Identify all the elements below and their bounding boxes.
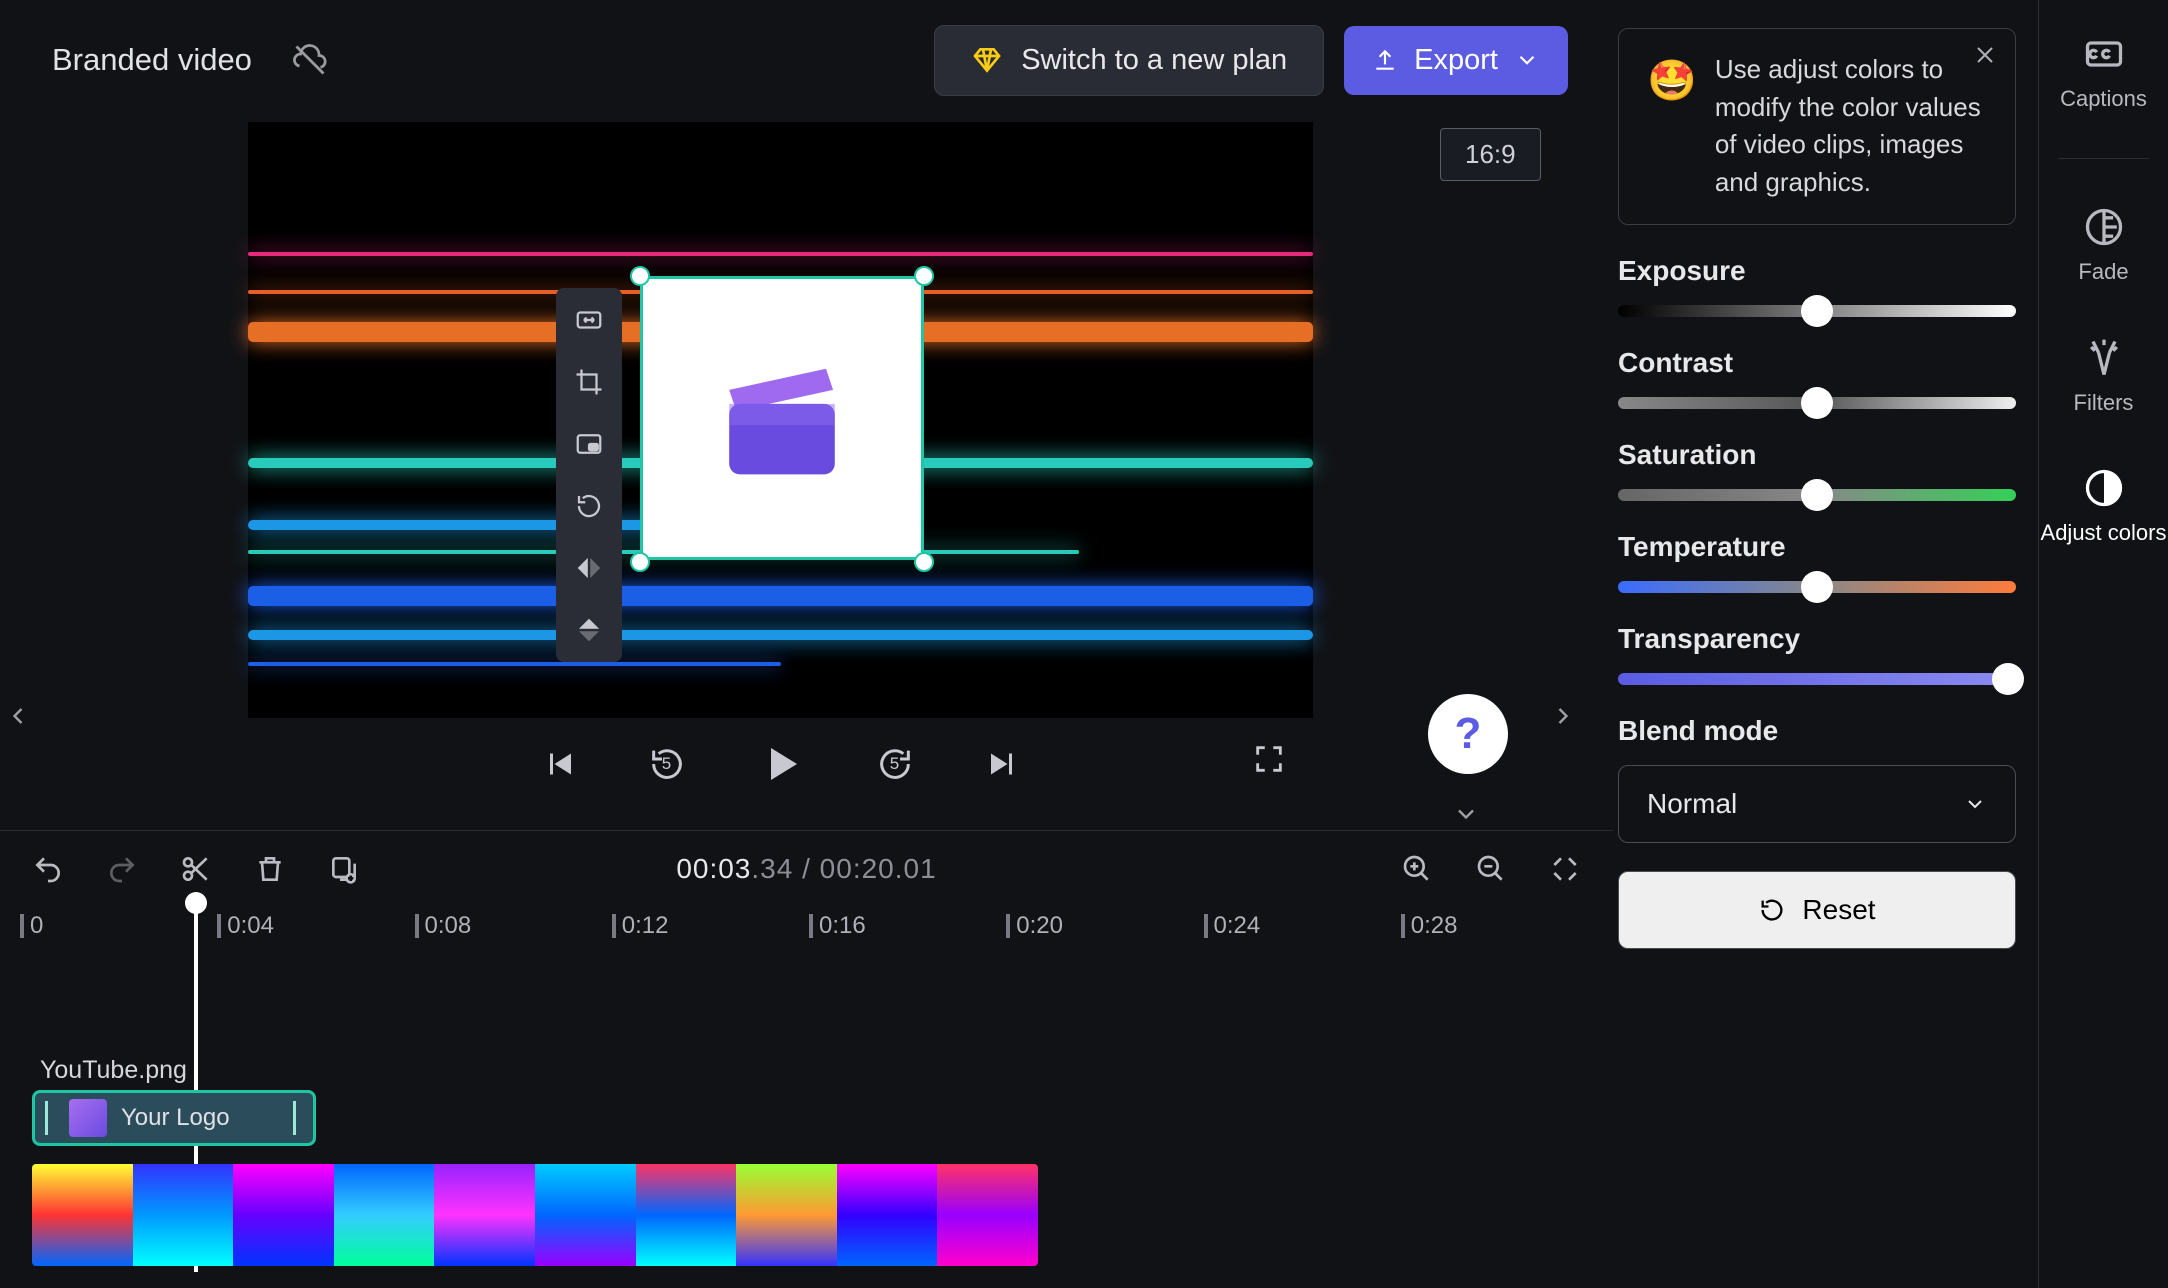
adjust-colors-panel: 🤩 Use adjust colors to modify the color …: [1598, 0, 2036, 1288]
ruler-mark: 0:20: [1006, 912, 1203, 956]
ruler-mark: 0:28: [1401, 912, 1598, 956]
adjust-colors-icon: [2082, 466, 2126, 510]
crop-icon[interactable]: [571, 364, 607, 400]
flip-vertical-icon[interactable]: [571, 612, 607, 648]
cloud-off-icon[interactable]: [292, 42, 328, 78]
temperature-slider[interactable]: [1618, 581, 2016, 593]
zoom-in-button[interactable]: [1399, 851, 1435, 887]
sidebar-tab-captions[interactable]: Captions: [2039, 28, 2168, 116]
ruler-mark: 0:24: [1204, 912, 1401, 956]
help-button[interactable]: ?: [1428, 694, 1508, 774]
tip-text: Use adjust colors to modify the color va…: [1715, 51, 1987, 202]
timecode-display: 00:03.34 / 00:20.01: [676, 853, 936, 885]
saturation-title: Saturation: [1618, 439, 2016, 471]
sidebar-label: Adjust colors: [2041, 520, 2167, 546]
ruler-mark: 0:16: [809, 912, 1006, 956]
ruler-mark: 0:04: [217, 912, 414, 956]
undo-button[interactable]: [30, 851, 66, 887]
aspect-ratio-button[interactable]: 16:9: [1440, 128, 1541, 181]
ruler-mark: 0:08: [415, 912, 612, 956]
sidebar-tab-fade[interactable]: Fade: [2039, 201, 2168, 289]
resize-handle-br[interactable]: [914, 552, 934, 572]
clip-thumbnail: [69, 1099, 107, 1137]
logo-clip[interactable]: Your Logo: [32, 1090, 316, 1146]
rotate-icon[interactable]: [571, 488, 607, 524]
clip-handle-right[interactable]: [293, 1101, 303, 1135]
selected-media-element[interactable]: [640, 276, 924, 560]
filters-icon: [2082, 336, 2126, 380]
tip-emoji-icon: 🤩: [1647, 61, 1697, 101]
left-panel-toggle[interactable]: [4, 702, 32, 730]
reset-label: Reset: [1802, 894, 1875, 926]
duplicate-button[interactable]: [326, 851, 362, 887]
resize-handle-tl[interactable]: [630, 266, 650, 286]
upgrade-label: Switch to a new plan: [1021, 44, 1287, 77]
reset-icon: [1758, 896, 1786, 924]
play-button[interactable]: [753, 736, 809, 792]
flip-horizontal-icon[interactable]: [571, 550, 607, 586]
delete-button[interactable]: [252, 851, 288, 887]
export-label: Export: [1414, 44, 1498, 77]
sidebar-tab-adjust-colors[interactable]: Adjust colors: [2039, 462, 2168, 550]
zoom-fit-button[interactable]: [1547, 851, 1583, 887]
exposure-title: Exposure: [1618, 255, 2016, 287]
split-button[interactable]: [178, 851, 214, 887]
sidebar-tab-filters[interactable]: Filters: [2039, 332, 2168, 420]
right-sidebar: Captions Fade Filters Adjust colors: [2038, 0, 2168, 1288]
playback-controls: 5 5: [248, 736, 1313, 792]
skip-forward-5-button[interactable]: 5: [873, 742, 917, 786]
picture-in-picture-icon[interactable]: [571, 426, 607, 462]
chevron-down-icon: [1514, 47, 1540, 73]
zoom-out-button[interactable]: [1473, 851, 1509, 887]
skip-end-button[interactable]: [981, 742, 1025, 786]
project-title[interactable]: Branded video: [52, 42, 252, 78]
ruler-mark: 0: [20, 912, 217, 956]
skip-back-5-button[interactable]: 5: [645, 742, 689, 786]
resize-handle-bl[interactable]: [630, 552, 650, 572]
saturation-slider[interactable]: [1618, 489, 2016, 501]
captions-icon: [2082, 32, 2126, 76]
clip-handle-left[interactable]: [45, 1101, 55, 1135]
timeline-toolbar: 00:03.34 / 00:20.01: [0, 830, 1613, 906]
blend-mode-select[interactable]: Normal: [1618, 765, 2016, 843]
clip-tooltip: YouTube.png: [40, 1056, 187, 1085]
video-track-clip[interactable]: [32, 1164, 1038, 1266]
chevron-down-icon: [1963, 792, 1987, 816]
transparency-title: Transparency: [1618, 623, 2016, 655]
upgrade-button[interactable]: Switch to a new plan: [934, 25, 1324, 96]
time-ruler[interactable]: 0 0:04 0:08 0:12 0:16 0:20 0:24 0:28: [20, 912, 1598, 956]
right-panel-toggle[interactable]: [1549, 702, 1577, 730]
exposure-slider[interactable]: [1618, 305, 2016, 317]
sidebar-label: Filters: [2074, 390, 2134, 416]
blend-mode-value: Normal: [1647, 788, 1737, 820]
timeline-collapse-button[interactable]: [1452, 800, 1480, 828]
fade-icon: [2082, 205, 2126, 249]
skip-back-value: 5: [662, 754, 671, 774]
clapper-icon: [694, 330, 870, 506]
blend-mode-title: Blend mode: [1618, 715, 2016, 747]
export-button[interactable]: Export: [1344, 26, 1568, 95]
skip-fwd-value: 5: [890, 754, 899, 774]
resize-handle-tr[interactable]: [914, 266, 934, 286]
redo-button[interactable]: [104, 851, 140, 887]
sidebar-label: Fade: [2078, 259, 2128, 285]
close-tip-button[interactable]: [1973, 43, 2001, 71]
transparency-slider[interactable]: [1618, 673, 2016, 685]
preview-vertical-toolbar: [556, 288, 622, 662]
temperature-title: Temperature: [1618, 531, 2016, 563]
tip-card: 🤩 Use adjust colors to modify the color …: [1618, 28, 2016, 225]
contrast-slider[interactable]: [1618, 397, 2016, 409]
contrast-title: Contrast: [1618, 347, 2016, 379]
ruler-mark: 0:12: [612, 912, 809, 956]
fit-icon[interactable]: [571, 302, 607, 338]
reset-button[interactable]: Reset: [1618, 871, 2016, 949]
clip-label: Your Logo: [121, 1104, 230, 1132]
sidebar-label: Captions: [2060, 86, 2147, 112]
skip-start-button[interactable]: [537, 742, 581, 786]
